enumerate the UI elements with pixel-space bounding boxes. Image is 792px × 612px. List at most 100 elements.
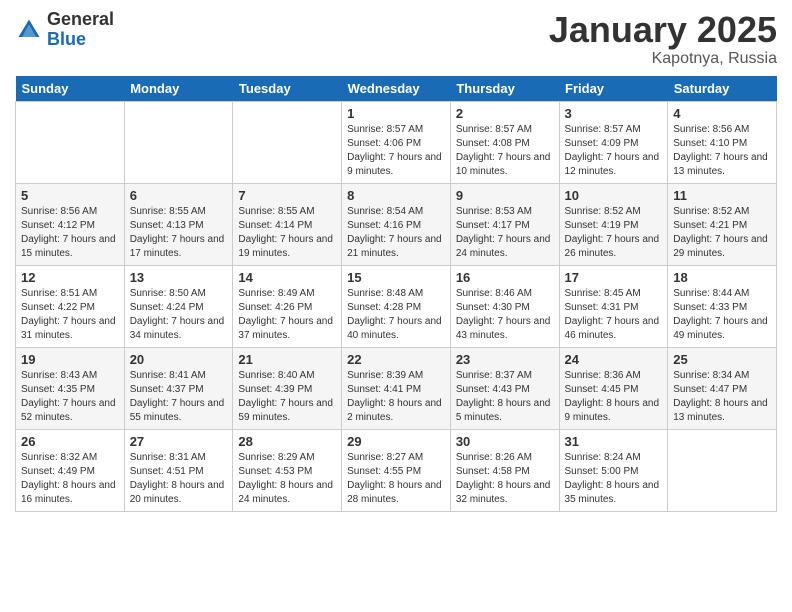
sunset: Sunset: 4:22 PM	[21, 302, 95, 313]
sunrise: Sunrise: 8:52 AM	[673, 206, 749, 217]
day-info: Sunrise: 8:31 AMSunset: 4:51 PMDaylight:…	[130, 451, 228, 507]
calendar-week-1: 1Sunrise: 8:57 AMSunset: 4:06 PMDaylight…	[16, 101, 777, 183]
daylight: Daylight: 8 hours and 28 minutes.	[347, 480, 442, 505]
sunrise: Sunrise: 8:50 AM	[130, 288, 206, 299]
day-info: Sunrise: 8:57 AM Sunset: 4:08 PM Daylight:…	[456, 123, 554, 179]
daylight: Daylight: 7 hours and 10 minutes.	[456, 152, 551, 177]
sunset: Sunset: 4:21 PM	[673, 220, 747, 231]
day-info: Sunrise: 8:52 AM Sunset: 4:21 PM Daylight:…	[673, 205, 771, 261]
day-info: Sunrise: 8:24 AMSunset: 5:00 PMDaylight:…	[565, 451, 663, 507]
daylight: Daylight: 7 hours and 21 minutes.	[347, 234, 442, 259]
sunrise: Sunrise: 8:57 AM	[347, 124, 423, 135]
daylight: Daylight: 7 hours and 9 minutes.	[347, 152, 442, 177]
day-info: Sunrise: 8:29 AMSunset: 4:53 PMDaylight:…	[238, 451, 336, 507]
calendar-cell: 10Sunrise: 8:52 AMSunset: 4:19 PMDayligh…	[559, 183, 668, 265]
sunset: Sunset: 4:58 PM	[456, 466, 530, 477]
calendar-cell: 5Sunrise: 8:56 AMSunset: 4:12 PMDaylight…	[16, 183, 125, 265]
day-number: 18	[673, 270, 771, 285]
daylight: Daylight: 7 hours and 59 minutes.	[238, 398, 333, 423]
daylight: Daylight: 7 hours and 37 minutes.	[238, 316, 333, 341]
sunrise: Sunrise: 8:27 AM	[347, 452, 423, 463]
day-info: Sunrise: 8:50 AMSunset: 4:24 PMDaylight:…	[130, 287, 228, 343]
day-info: Sunrise: 8:48 AMSunset: 4:28 PMDaylight:…	[347, 287, 445, 343]
day-number: 11	[673, 188, 771, 203]
calendar-cell: 18 Sunrise: 8:44 AMSunset: 4:33 PMDayligh…	[668, 265, 777, 347]
day-info: Sunrise: 8:41 AMSunset: 4:37 PMDaylight:…	[130, 369, 228, 425]
sunset: Sunset: 4:47 PM	[673, 384, 747, 395]
sunset: Sunset: 4:08 PM	[456, 138, 530, 149]
daylight: Daylight: 7 hours and 31 minutes.	[21, 316, 116, 341]
calendar-cell: 25Sunrise: 8:34 AMSunset: 4:47 PMDayligh…	[668, 347, 777, 429]
daylight: Daylight: 7 hours and 46 minutes.	[565, 316, 660, 341]
sunrise: Sunrise: 8:24 AM	[565, 452, 641, 463]
sunrise: Sunrise: 8:39 AM	[347, 370, 423, 381]
day-number: 27	[130, 434, 228, 449]
month-title: January 2025	[549, 10, 777, 50]
calendar-cell	[16, 101, 125, 183]
day-number: 7	[238, 188, 336, 203]
sunrise: Sunrise: 8:48 AM	[347, 288, 423, 299]
sunrise: Sunrise: 8:40 AM	[238, 370, 314, 381]
day-number: 15	[347, 270, 445, 285]
calendar-cell: 24Sunrise: 8:36 AMSunset: 4:45 PMDayligh…	[559, 347, 668, 429]
day-number: 14	[238, 270, 336, 285]
day-info: Sunrise: 8:52 AMSunset: 4:19 PMDaylight:…	[565, 205, 663, 261]
sunset: Sunset: 4:10 PM	[673, 138, 747, 149]
calendar-cell: 4Sunrise: 8:56 AMSunset: 4:10 PMDaylight…	[668, 101, 777, 183]
daylight: Daylight: 7 hours and 26 minutes.	[565, 234, 660, 259]
daylight: Daylight: 7 hours and 40 minutes.	[347, 316, 442, 341]
sunrise: Sunrise: 8:53 AM	[456, 206, 532, 217]
sunrise: Sunrise: 8:32 AM	[21, 452, 97, 463]
sunrise: Sunrise: 8:51 AM	[21, 288, 97, 299]
calendar-cell	[668, 429, 777, 511]
day-number: 29	[347, 434, 445, 449]
daylight: Daylight: 7 hours and 29 minutes.	[673, 234, 768, 259]
day-info: Sunrise: 8:32 AMSunset: 4:49 PMDaylight:…	[21, 451, 119, 507]
day-info: Sunrise: 8:57 AMSunset: 4:06 PMDaylight:…	[347, 123, 445, 179]
sunset: Sunset: 4:41 PM	[347, 384, 421, 395]
calendar-cell: 2Sunrise: 8:57 AMSunset: 4:08 PMDaylight…	[450, 101, 559, 183]
day-number: 6	[130, 188, 228, 203]
title-block: January 2025 Kapotnya, Russia	[549, 10, 777, 68]
header-monday: Monday	[124, 76, 233, 102]
calendar-cell: 20Sunrise: 8:41 AMSunset: 4:37 PMDayligh…	[124, 347, 233, 429]
sunset: Sunset: 4:17 PM	[456, 220, 530, 231]
sunrise: Sunrise: 8:49 AM	[238, 288, 314, 299]
logo: General Blue	[15, 10, 114, 50]
sunrise: Sunrise: 8:55 AM	[238, 206, 314, 217]
daylight: Daylight: 8 hours and 16 minutes.	[21, 480, 116, 505]
header-tuesday: Tuesday	[233, 76, 342, 102]
sunrise: Sunrise: 8:54 AM	[347, 206, 423, 217]
calendar-table: Sunday Monday Tuesday Wednesday Thursday…	[15, 76, 777, 512]
logo-general: General	[47, 10, 114, 30]
calendar-cell: 26 Sunrise: 8:32 AMSunset: 4:49 PMDayligh…	[16, 429, 125, 511]
calendar-cell: 1Sunrise: 8:57 AMSunset: 4:06 PMDaylight…	[342, 101, 451, 183]
calendar-week-3: 12Sunrise: 8:51 AMSunset: 4:22 PMDayligh…	[16, 265, 777, 347]
day-info: Sunrise: 8:43 AMSunset: 4:35 PMDaylight:…	[21, 369, 119, 425]
daylight: Daylight: 8 hours and 13 minutes.	[673, 398, 768, 423]
day-info: Sunrise: 8:55 AMSunset: 4:13 PMDaylight:…	[130, 205, 228, 261]
calendar-cell	[233, 101, 342, 183]
calendar-cell: 15 Sunrise: 8:48 AMSunset: 4:28 PMDayligh…	[342, 265, 451, 347]
calendar-cell: 12Sunrise: 8:51 AMSunset: 4:22 PMDayligh…	[16, 265, 125, 347]
day-number: 26	[21, 434, 119, 449]
sunrise: Sunrise: 8:46 AM	[456, 288, 532, 299]
sunrise: Sunrise: 8:57 AM	[456, 124, 532, 135]
sunrise: Sunrise: 8:36 AM	[565, 370, 641, 381]
page-container: General Blue January 2025 Kapotnya, Russ…	[0, 0, 792, 522]
calendar-week-2: 5Sunrise: 8:56 AMSunset: 4:12 PMDaylight…	[16, 183, 777, 265]
sunrise: Sunrise: 8:29 AM	[238, 452, 314, 463]
sunset: Sunset: 4:19 PM	[565, 220, 639, 231]
day-info: Sunrise: 8:51 AM Sunset: 4:22 PM Daylight:…	[21, 287, 119, 343]
day-number: 22	[347, 352, 445, 367]
day-number: 16	[456, 270, 554, 285]
day-info: Sunrise: 8:37 AMSunset: 4:43 PMDaylight:…	[456, 369, 554, 425]
calendar-cell: 27 Sunrise: 8:31 AMSunset: 4:51 PMDayligh…	[124, 429, 233, 511]
day-info: Sunrise: 8:40 AMSunset: 4:39 PMDaylight:…	[238, 369, 336, 425]
sunset: Sunset: 4:33 PM	[673, 302, 747, 313]
sunset: Sunset: 4:45 PM	[565, 384, 639, 395]
day-info: Sunrise: 8:44 AMSunset: 4:33 PMDaylight:…	[673, 287, 771, 343]
sunset: Sunset: 4:13 PM	[130, 220, 204, 231]
daylight: Daylight: 7 hours and 55 minutes.	[130, 398, 225, 423]
sunset: Sunset: 4:14 PM	[238, 220, 312, 231]
